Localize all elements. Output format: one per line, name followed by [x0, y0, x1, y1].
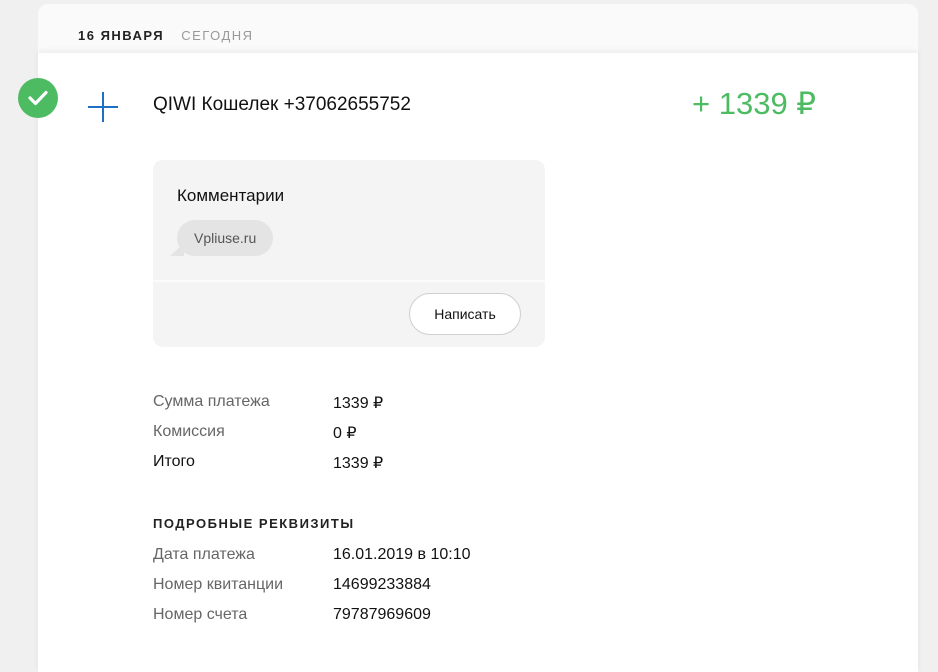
details-label: Номер квитанции — [153, 576, 284, 593]
comment-bubble: Vpliuse.ru — [177, 220, 274, 256]
provider-name: QIWI Кошелек +37062655752 — [153, 94, 411, 115]
comments-title: Комментарии — [177, 186, 285, 205]
write-comment-button[interactable]: Написать — [409, 293, 521, 335]
date-sub: СЕГОДНЯ — [181, 28, 254, 43]
date-header: 16 ЯНВАРЯ СЕГОДНЯ — [38, 4, 918, 53]
plus-icon — [88, 92, 118, 122]
summary-label: Итого — [153, 453, 195, 470]
check-icon — [18, 78, 58, 118]
summary-label: Сумма платежа — [153, 393, 270, 410]
transaction-amount: + 1339 ₽ — [692, 86, 817, 121]
summary-value: 0 ₽ — [333, 425, 357, 442]
details-value: 14699233884 — [333, 576, 431, 593]
summary-value: 1339 ₽ — [333, 395, 384, 412]
details-title: ПОДРОБНЫЕ РЕКВИЗИТЫ — [153, 516, 355, 531]
details-value: 16.01.2019 в 10:10 — [333, 546, 471, 563]
details-label: Дата платежа — [153, 546, 255, 563]
details-label: Номер счета — [153, 606, 248, 623]
summary-label: Комиссия — [153, 423, 225, 440]
summary-value: 1339 ₽ — [333, 455, 384, 472]
date-row: 16 ЯНВАРЯ СЕГОДНЯ — [78, 28, 254, 43]
date-main: 16 ЯНВАРЯ — [78, 28, 165, 43]
divider — [153, 280, 545, 282]
comments-box: Комментарии Vpliuse.ru Написать — [153, 160, 545, 347]
details-value: 79787969609 — [333, 606, 431, 623]
